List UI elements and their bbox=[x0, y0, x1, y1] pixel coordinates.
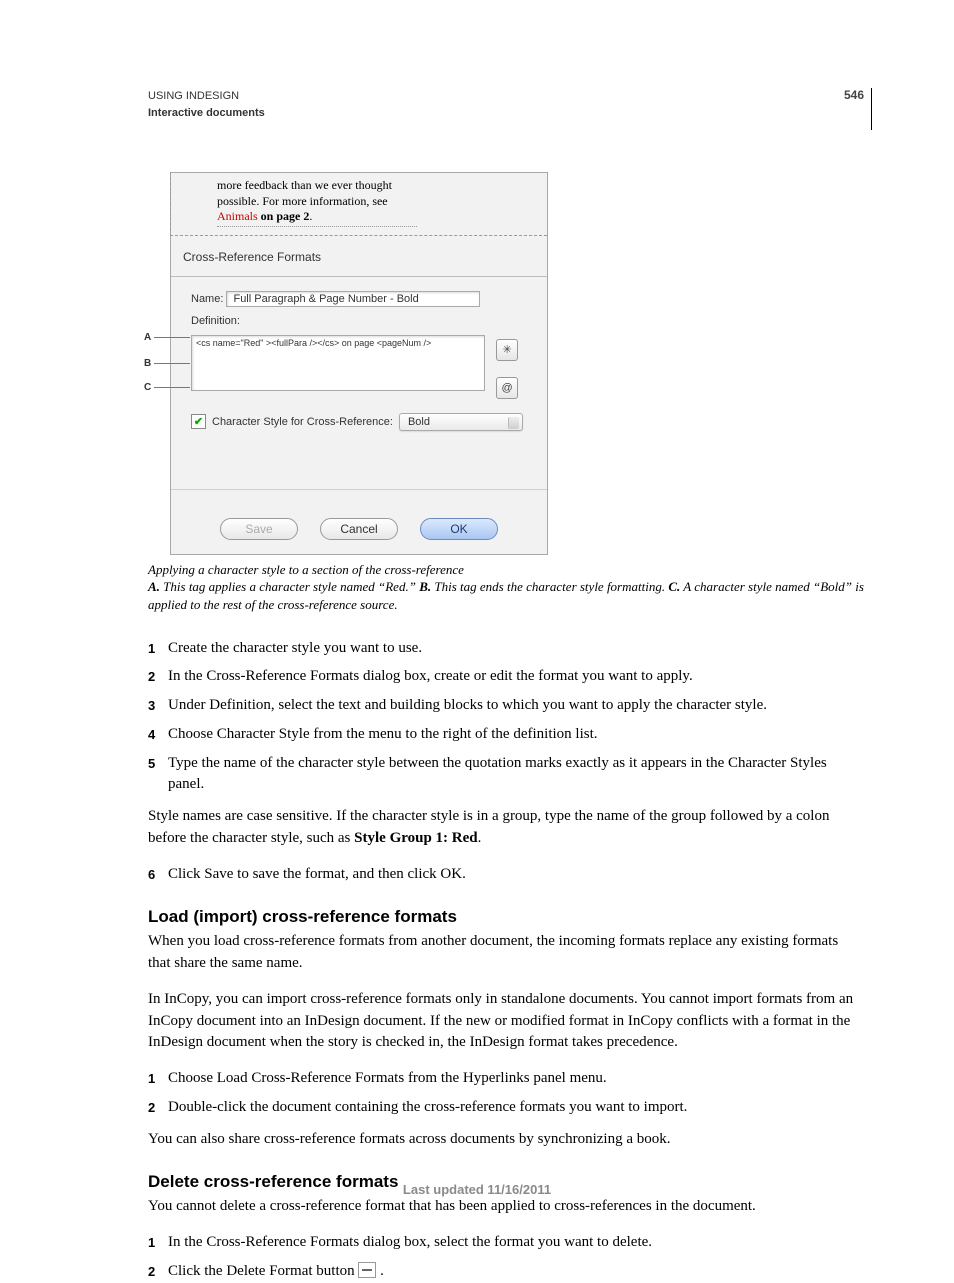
annotation-c: C bbox=[144, 382, 151, 393]
ok-button[interactable]: OK bbox=[420, 518, 498, 540]
runhead-line2: Interactive documents bbox=[148, 105, 864, 122]
definition-textarea[interactable]: <cs name="Red" ><fullPara /></cs> on pag… bbox=[191, 335, 485, 391]
style-note-bold: Style Group 1: Red bbox=[354, 830, 477, 846]
annotation-b: B bbox=[144, 358, 151, 369]
charstyle-select[interactable]: Bold bbox=[399, 413, 523, 431]
step: Double-click the document containing the… bbox=[148, 1097, 864, 1119]
figure-caption: Applying a character style to a section … bbox=[148, 561, 864, 614]
steps-load: Choose Load Cross-Reference Formats from… bbox=[148, 1068, 864, 1119]
step: Choose Load Cross-Reference Formats from… bbox=[148, 1068, 864, 1090]
dialog-title: Cross-Reference Formats bbox=[171, 236, 547, 277]
runhead-line1: USING INDESIGN bbox=[148, 88, 864, 105]
load-p2: In InCopy, you can import cross-referenc… bbox=[148, 989, 864, 1054]
step: Under Definition, select the text and bu… bbox=[148, 695, 864, 717]
charstyle-label: Character Style for Cross-Reference: bbox=[212, 416, 393, 428]
dialog-body: Name: Full Paragraph & Page Number - Bol… bbox=[171, 277, 547, 443]
step: Create the character style you want to u… bbox=[148, 638, 864, 660]
delete-step2-tail: . bbox=[380, 1263, 384, 1279]
step: In the Cross-Reference Formats dialog bo… bbox=[148, 666, 864, 688]
steps-main: Create the character style you want to u… bbox=[148, 638, 864, 797]
step: Click Save to save the format, and then … bbox=[148, 864, 864, 886]
name-label: Name: bbox=[191, 293, 223, 305]
step: Choose Character Style from the menu to … bbox=[148, 724, 864, 746]
building-block-button[interactable]: ✳ bbox=[496, 339, 518, 361]
load-p3: You can also share cross-reference forma… bbox=[148, 1129, 864, 1151]
figure: A B C more feedback than we ever thought… bbox=[170, 172, 548, 555]
doc-animals: Animals bbox=[217, 209, 258, 223]
dialog-frame: more feedback than we ever thought possi… bbox=[170, 172, 548, 555]
dialog-buttons: Save Cancel OK bbox=[171, 489, 547, 554]
caption-a-label: A. bbox=[148, 579, 160, 594]
style-note-post: . bbox=[478, 830, 482, 846]
page-number: 546 bbox=[844, 88, 864, 102]
delete-format-icon bbox=[358, 1262, 376, 1278]
step: Click the Delete Format button . bbox=[148, 1261, 864, 1283]
caption-c-label: C. bbox=[668, 579, 680, 594]
header-rule bbox=[871, 88, 872, 130]
step: In the Cross-Reference Formats dialog bo… bbox=[148, 1232, 864, 1254]
doc-onpage: on page 2 bbox=[258, 209, 310, 223]
caption-a-text: This tag applies a character style named… bbox=[160, 579, 419, 594]
load-p1: When you load cross-reference formats fr… bbox=[148, 931, 864, 975]
footer: Last updated 11/16/2011 bbox=[0, 1182, 954, 1197]
doc-line2: possible. For more information, see bbox=[217, 194, 388, 208]
delete-step2-text: Click the Delete Format button bbox=[168, 1263, 358, 1279]
style-note-pre: Style names are case sensitive. If the c… bbox=[148, 808, 829, 846]
name-input[interactable]: Full Paragraph & Page Number - Bold bbox=[226, 291, 480, 307]
save-button[interactable]: Save bbox=[220, 518, 298, 540]
definition-label: Definition: bbox=[191, 315, 535, 327]
caption-b-text: This tag ends the character style format… bbox=[431, 579, 668, 594]
caption-b-label: B. bbox=[419, 579, 431, 594]
cancel-button[interactable]: Cancel bbox=[320, 518, 398, 540]
delete-p1: You cannot delete a cross-reference form… bbox=[148, 1196, 864, 1218]
style-note: Style names are case sensitive. If the c… bbox=[148, 806, 864, 850]
steps-delete: In the Cross-Reference Formats dialog bo… bbox=[148, 1232, 864, 1283]
caption-title: Applying a character style to a section … bbox=[148, 561, 864, 579]
document-preview: more feedback than we ever thought possi… bbox=[170, 172, 547, 236]
special-char-button[interactable]: @ bbox=[496, 377, 518, 399]
running-head: USING INDESIGN Interactive documents bbox=[148, 88, 864, 122]
heading-load: Load (import) cross-reference formats bbox=[148, 907, 864, 927]
annotation-a: A bbox=[144, 332, 151, 343]
doc-period: . bbox=[309, 209, 312, 223]
doc-line1: more feedback than we ever thought bbox=[217, 178, 392, 192]
charstyle-checkbox[interactable]: ✔ bbox=[191, 414, 206, 429]
steps-main-cont: Click Save to save the format, and then … bbox=[148, 864, 864, 886]
step: Type the name of the character style bet… bbox=[148, 753, 864, 797]
